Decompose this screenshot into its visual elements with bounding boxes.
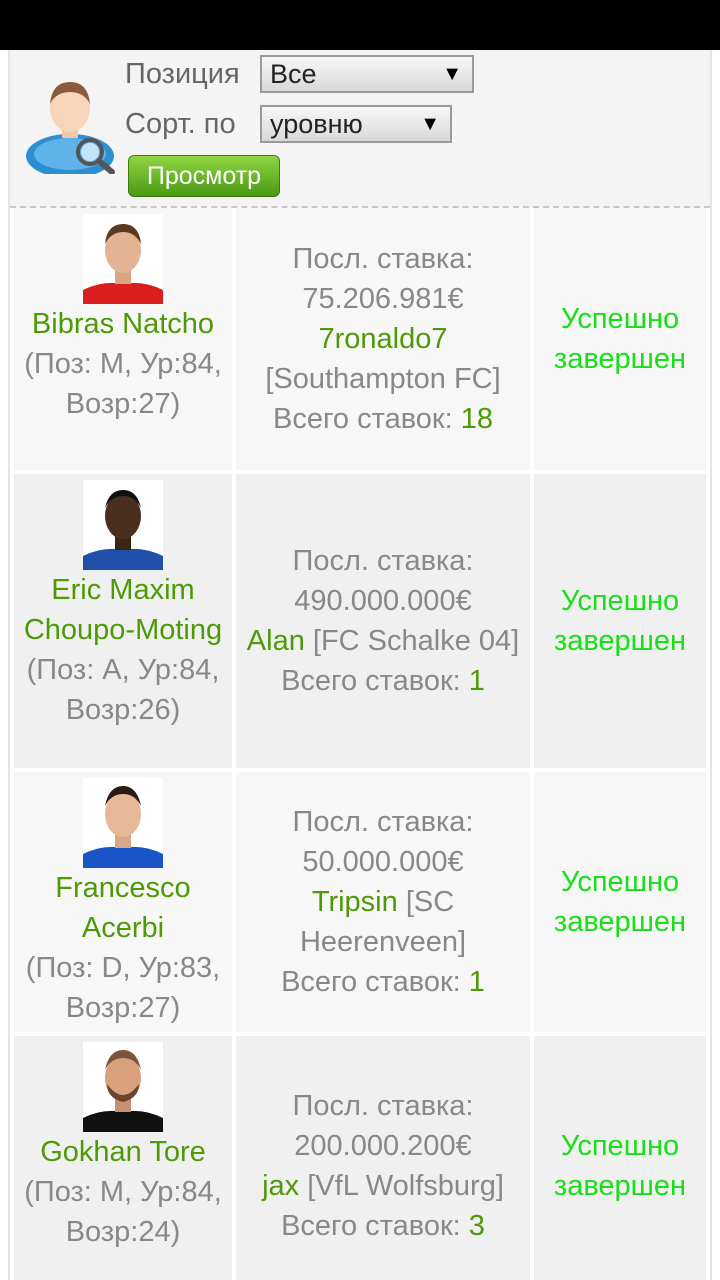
last-bid-amount: 200.000.200€	[294, 1130, 472, 1162]
player-cell: Gokhan Tore (Поз: M, Ур:84, Возр:24)	[14, 1036, 232, 1280]
total-bids-count: 3	[468, 1210, 485, 1242]
total-bids-count: 1	[468, 665, 485, 697]
total-bids: Всего ставок: 18	[236, 399, 530, 439]
position-select[interactable]: Все ▼	[260, 55, 474, 93]
total-bids: Всего ставок: 1	[236, 661, 530, 701]
bid-cell: Посл. ставка: 50.000.000€ Tripsin [SC He…	[236, 772, 530, 1032]
sort-select-value: уровню	[270, 109, 363, 139]
player-info: (Поз: M, Ур:84, Возр:24)	[24, 1176, 222, 1248]
status-cell: Успешно завершен	[534, 208, 706, 470]
bidder-name[interactable]: jax	[262, 1170, 299, 1202]
bid-cell: Посл. ставка: 75.206.981€ 7ronaldo7 [Sou…	[236, 208, 530, 470]
sort-select[interactable]: уровню ▼	[260, 105, 452, 143]
bidder-line: Alan [FC Schalke 04]	[236, 621, 530, 661]
player-name[interactable]: Gokhan Tore	[14, 1132, 232, 1172]
dropdown-arrow-icon: ▼	[420, 113, 440, 135]
status-cell: Успешно завершен	[534, 1036, 706, 1280]
player-info: (Поз: A, Ур:84, Возр:26)	[26, 654, 220, 726]
player-photo[interactable]	[83, 214, 163, 304]
view-button[interactable]: Просмотр	[128, 155, 280, 197]
player-cell: Francesco Acerbi (Поз: D, Ур:83, Возр:27…	[14, 772, 232, 1032]
total-bids-label: Всего ставок:	[281, 1210, 461, 1242]
bid-cell: Посл. ставка: 200.000.200€ jax [VfL Wolf…	[236, 1036, 530, 1280]
bidder-club: [FC Schalke 04]	[312, 625, 520, 657]
auction-row: Francesco Acerbi (Поз: D, Ур:83, Возр:27…	[10, 772, 710, 1036]
bidder-club: [Southampton FC]	[265, 363, 501, 395]
auction-row: Eric Maxim Choupo-Moting (Поз: A, Ур:84,…	[10, 474, 710, 772]
bidder-line: Tripsin [SC Heerenveen]	[236, 882, 530, 962]
total-bids-count: 1	[468, 966, 485, 998]
position-label: Позиция	[125, 58, 240, 90]
player-name[interactable]: Eric Maxim Choupo-Moting	[14, 570, 232, 650]
last-bid-label: Посл. ставка:	[292, 243, 474, 275]
filter-panel: Позиция Все ▼ Сорт. по уровню ▼ Просмотр	[10, 50, 710, 208]
player-photo[interactable]	[83, 480, 163, 570]
total-bids-label: Всего ставок:	[281, 966, 461, 998]
status-cell: Успешно завершен	[534, 772, 706, 1032]
user-search-icon	[26, 82, 115, 174]
total-bids-label: Всего ставок:	[273, 403, 453, 435]
total-bids-label: Всего ставок:	[281, 665, 461, 697]
position-select-value: Все	[270, 59, 317, 89]
last-bid-label: Посл. ставка:	[292, 1090, 474, 1122]
last-bid-label: Посл. ставка:	[292, 806, 474, 838]
bidder-club: [VfL Wolfsburg]	[307, 1170, 504, 1202]
player-cell: Bibras Natcho (Поз: M, Ур:84, Возр:27)	[14, 208, 232, 470]
player-name[interactable]: Bibras Natcho	[14, 304, 232, 344]
player-photo[interactable]	[83, 1042, 163, 1132]
bidder-name[interactable]: Tripsin	[312, 886, 398, 918]
last-bid-amount: 490.000.000€	[294, 585, 472, 617]
total-bids-count: 18	[460, 403, 493, 435]
dropdown-arrow-icon: ▼	[442, 63, 462, 85]
bidder-name[interactable]: Alan	[247, 625, 305, 657]
player-cell: Eric Maxim Choupo-Moting (Поз: A, Ур:84,…	[14, 474, 232, 768]
player-info: (Поз: D, Ур:83, Возр:27)	[25, 952, 221, 1024]
auction-list: Bibras Natcho (Поз: M, Ур:84, Возр:27) П…	[10, 208, 710, 1280]
last-bid-amount: 50.000.000€	[302, 846, 464, 878]
player-info: (Поз: M, Ур:84, Возр:27)	[24, 348, 222, 420]
last-bid-label: Посл. ставка:	[292, 545, 474, 577]
status-cell: Успешно завершен	[534, 474, 706, 768]
total-bids: Всего ставок: 1	[236, 962, 530, 1002]
last-bid-amount: 75.206.981€	[302, 283, 464, 315]
auction-status: Успешно завершен	[553, 585, 687, 657]
status-bar	[0, 0, 720, 50]
bid-cell: Посл. ставка: 490.000.000€ Alan [FC Scha…	[236, 474, 530, 768]
auction-status: Успешно завершен	[553, 866, 687, 938]
auction-status: Успешно завершен	[553, 303, 687, 375]
player-name[interactable]: Francesco Acerbi	[14, 868, 232, 948]
bidder-name[interactable]: 7ronaldo7	[236, 319, 530, 359]
player-photo[interactable]	[83, 778, 163, 868]
bidder-line: jax [VfL Wolfsburg]	[236, 1166, 530, 1206]
sort-label: Сорт. по	[125, 108, 236, 140]
auction-row: Bibras Natcho (Поз: M, Ур:84, Возр:27) П…	[10, 208, 710, 474]
page: Позиция Все ▼ Сорт. по уровню ▼ Просмотр	[8, 50, 712, 1280]
total-bids: Всего ставок: 3	[236, 1206, 530, 1246]
auction-row: Gokhan Tore (Поз: M, Ур:84, Возр:24) Пос…	[10, 1036, 710, 1280]
auction-status: Успешно завершен	[553, 1130, 687, 1202]
